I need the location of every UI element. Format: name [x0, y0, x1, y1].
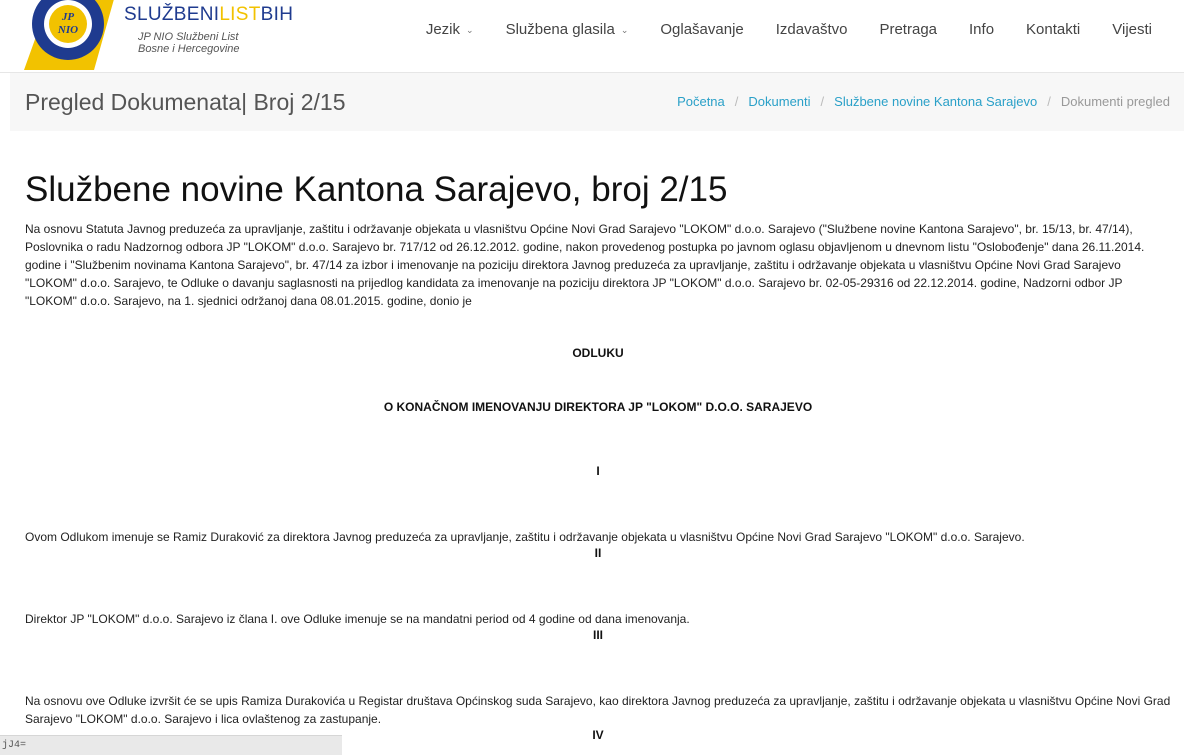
brand-part-2: LIST: [219, 4, 261, 25]
main-nav: Jezik ⌄ Službena glasila ⌄ Oglašavanje Izd…: [410, 20, 1168, 40]
nav-item-izdavastvo[interactable]: Izdavaštvo: [760, 20, 864, 40]
nav-label: Oglašavanje: [660, 21, 744, 38]
chevron-down-icon: ⌄: [466, 25, 474, 35]
browser-status-bar: jJ4=: [0, 735, 342, 755]
chevron-down-icon: ⌄: [620, 25, 629, 35]
nav-item-sluzbena-glasila[interactable]: Službena glasila ⌄: [490, 20, 645, 40]
tagline-line-2: Bosne i Hercegovine: [138, 43, 240, 55]
logo-seal-icon[interactable]: JP NIO: [24, 0, 116, 70]
breadcrumb-documents[interactable]: Dokumenti: [748, 94, 810, 109]
section-number: I: [596, 464, 600, 478]
section-text: Na osnovu ove Odluke izvršit će se upis …: [25, 694, 1171, 726]
document-title: Službene novine Kantona Sarajevo, broj 2…: [25, 170, 728, 209]
breadcrumb-gazette[interactable]: Službene novine Kantona Sarajevo: [834, 94, 1037, 109]
nav-item-info[interactable]: Info: [953, 20, 1010, 40]
tagline: JP NIO Službeni List Bosne i Hercegovine: [138, 31, 240, 55]
site-header: JP NIO SLUŽBENILISTBIH JP NIO Službeni L…: [0, 0, 1184, 73]
nav-item-vijesti[interactable]: Vijesti: [1096, 20, 1168, 40]
nav-label: Izdavaštvo: [775, 21, 848, 38]
brand-name[interactable]: SLUŽBENILISTBIH: [124, 4, 293, 26]
breadcrumb-home[interactable]: Početna: [677, 94, 725, 109]
nav-label: Vijesti: [1112, 21, 1152, 38]
nav-label: Info: [969, 21, 995, 38]
page-title-bar: Pregled Dokumenata| Broj 2/15 Početna / …: [10, 73, 1184, 131]
breadcrumb-separator: /: [820, 94, 825, 109]
svg-text:JP: JP: [61, 11, 75, 23]
nav-item-oglasavanje[interactable]: Oglašavanje: [644, 20, 759, 40]
document-container: Službene novine Kantona Sarajevo, broj 2…: [25, 160, 1171, 210]
document-intro: Na osnovu Statuta Javnog preduzeća za up…: [25, 222, 1145, 308]
section-text: Direktor JP "LOKOM" d.o.o. Sarajevo iz č…: [25, 612, 690, 626]
brand-part-1: SLUŽBENI: [124, 4, 220, 25]
decision-subheading: O KONAČNOM IMENOVANJU DIREKTORA JP "LOKO…: [383, 400, 813, 414]
nav-item-kontakti[interactable]: Kontakti: [1010, 20, 1096, 40]
svg-text:NIO: NIO: [57, 24, 78, 36]
nav-label: Kontakti: [1026, 21, 1081, 38]
breadcrumb-separator: /: [1047, 94, 1051, 109]
nav-item-jezik[interactable]: Jezik ⌄: [410, 20, 490, 40]
brand-part-3: BIH: [260, 4, 294, 25]
breadcrumb: Početna / Dokumenti / Službene novine Ka…: [677, 94, 1170, 109]
nav-label: Jezik: [425, 21, 461, 38]
breadcrumb-separator: /: [734, 94, 739, 109]
breadcrumb-current: Dokumenti pregled: [1060, 94, 1170, 109]
section-number: II: [594, 546, 602, 560]
section-number: III: [592, 628, 603, 642]
page-title: Pregled Dokumenata| Broj 2/15: [25, 89, 346, 115]
nav-item-pretraga[interactable]: Pretraga: [863, 20, 953, 40]
tagline-line-1: JP NIO Službeni List: [138, 31, 239, 43]
nav-label: Pretraga: [879, 21, 938, 38]
section-text: Ovom Odlukom imenuje se Ramiz Duraković …: [25, 530, 1025, 544]
decision-heading: ODLUKU: [572, 346, 624, 360]
nav-label: Službena glasila: [505, 21, 615, 38]
